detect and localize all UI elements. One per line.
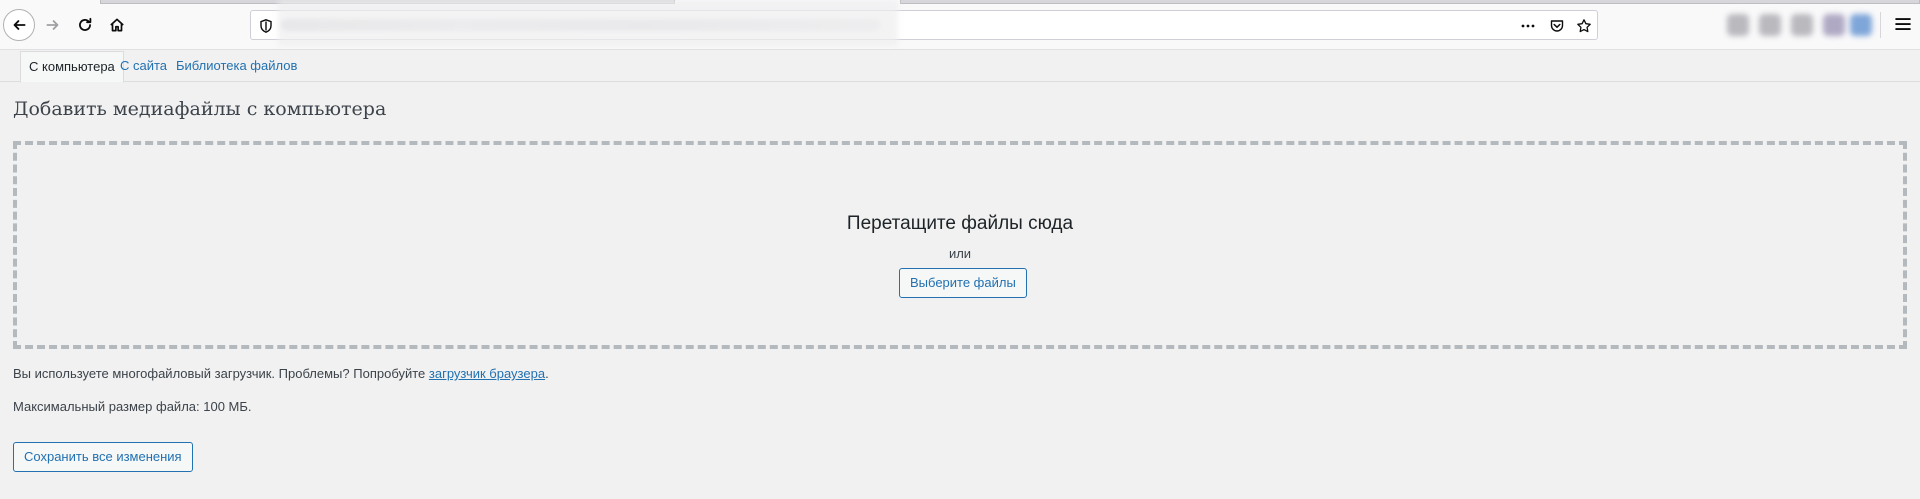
upload-flash-note: Вы используете многофайловый загрузчик. … [13,366,549,381]
reload-button[interactable] [69,9,101,41]
shield-icon[interactable] [255,15,277,37]
home-icon [110,18,124,32]
upload-note-text: Вы используете многофайловый загрузчик. … [13,366,429,381]
browser-uploader-link[interactable]: загрузчик браузера [429,366,545,381]
drop-or-text: или [948,246,972,261]
extension-icon[interactable] [1759,14,1781,36]
extension-icon[interactable] [1823,14,1845,36]
extension-icon[interactable] [1850,14,1872,36]
drag-drop-area[interactable]: Перетащите файлы сюда или Выберите файлы [13,141,1907,349]
arrow-left-icon [13,20,26,30]
upload-note-suffix: . [545,366,549,381]
select-files-button[interactable]: Выберите файлы [899,268,1027,298]
browser-toolbar [0,0,1920,50]
reload-icon [79,17,92,31]
tab-from-url[interactable]: С сайта [112,51,175,82]
tab-from-computer[interactable]: С компьютера [20,51,124,83]
forward-button[interactable] [37,9,69,41]
extension-icon[interactable] [1727,14,1749,36]
tab-media-library[interactable]: Библиотека файлов [168,51,305,82]
tab-strip-edge [900,0,1920,4]
page-actions-icon[interactable] [1517,15,1539,37]
bookmark-star-icon[interactable] [1573,15,1595,37]
back-button[interactable] [3,9,35,41]
extension-icon[interactable] [1791,14,1813,36]
home-button[interactable] [101,9,133,41]
toolbar-separator [1880,12,1881,38]
save-all-changes-button[interactable]: Сохранить все изменения [13,442,193,472]
media-router-tabs: С компьютера С сайта Библиотека файлов [0,50,1920,83]
max-upload-size: Максимальный размер файла: 100 МБ. [13,399,252,414]
page-title: Добавить медиафайлы с компьютера [13,98,387,120]
drop-instructions: Перетащите файлы сюда [846,213,1074,234]
hamburger-menu-icon[interactable] [1893,14,1915,36]
pocket-icon[interactable] [1546,15,1568,37]
tab-title-obscured [278,0,898,46]
arrow-right-icon [46,20,59,30]
